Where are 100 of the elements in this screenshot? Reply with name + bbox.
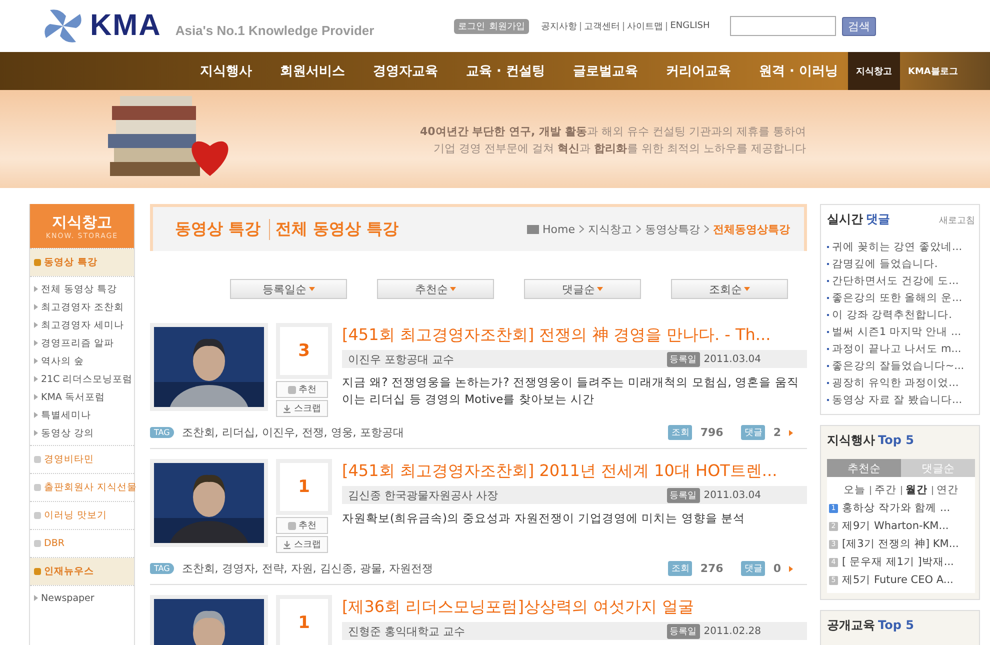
comments-count: 2 [773,426,781,439]
period-link[interactable]: 오늘 [844,483,866,497]
refresh-link[interactable]: 새로고침 [939,214,975,227]
comment-link[interactable]: 간단하면서도 건강에 도... [832,274,959,288]
nav-item[interactable]: 커리어교육 [666,62,731,80]
arrow-icon [789,430,793,436]
util-link[interactable]: ENGLISH [670,21,710,31]
sidebar-item[interactable]: 동영상 강의 [34,424,134,442]
comment-link[interactable]: 과정이 끝나고 나서도 m... [832,342,962,356]
video-description: 지금 왜? 전쟁영웅을 논하는가? 전쟁영웅이 들려주는 미래개척의 모험심, 영혼을 움직이는 리더십 등 경영의 Motive를 찾아보는 시간 [342,374,800,408]
sidebar-item[interactable]: Newspaper [34,589,134,607]
page-subtitle: 전체 동영상 특강 [268,218,399,240]
page-title: 동영상 특강 [175,218,261,240]
nav-item[interactable]: 글로벌교육 [573,62,638,80]
top5-link[interactable]: [제3기 전쟁의 神] KM... [842,537,959,551]
comment-link[interactable]: 굉장히 유익한 과정이었... [832,376,959,390]
chevron-icon [579,225,584,233]
util-link[interactable]: 고객센터 [584,20,620,32]
recommend-button[interactable]: 추천 [276,517,328,534]
caret-icon [450,287,456,291]
sidebar-item[interactable]: 역사의 숲 [34,352,134,370]
banner-tagline: 기업 경영 전부문에 걸쳐 혁신과 합리화를 위한 최적의 노하우를 제공합니다 [433,141,806,156]
comment-link[interactable]: 이 강좌 강력추천합니다. [832,308,952,322]
bullet-icon [34,259,41,266]
chevron-icon [636,225,641,233]
sort-button[interactable]: 등록일순 [230,279,347,299]
sidebar-title: 지식창고 [52,212,112,232]
util-link[interactable]: 사이트맵 [627,20,664,32]
bullet-icon [34,340,38,346]
recommend-button[interactable]: 추천 [276,381,328,398]
comment-link[interactable]: 벌써 시즌1 마지막 안내 ... [832,324,962,338]
logo-wordmark[interactable]: KMA [90,9,162,43]
top5-link[interactable]: 제5기 Future CEO A... [842,573,954,587]
sidebar-item[interactable]: 특별세미나 [34,406,134,424]
nav-tab[interactable]: KMA블로그 [900,52,966,90]
sidebar-item[interactable]: 최고경영자 세미나 [34,316,134,334]
top5-link[interactable]: 제9기 Wharton-KM... [842,519,949,533]
date: 2011.02.28 [704,626,761,636]
period-link[interactable]: 주간 [874,483,896,497]
search-field[interactable] [730,16,836,36]
date-label: 등록일 [666,352,700,366]
banner-tagline: 40여년간 부단한 연구, 개발 활동과 해외 유수 컨설팅 기관과의 제휴를 통하여 [420,124,806,139]
scrap-button[interactable]: 스크랩 [276,536,328,553]
sidebar-item[interactable]: 최고경영자 조찬회 [34,298,134,316]
nav-item[interactable]: 경영자교육 [373,62,438,80]
sort-button[interactable]: 댓글순 [524,279,641,299]
sidebar-item[interactable]: 경영프리즘 알파 [34,334,134,352]
comment-link[interactable]: 좋은강의 또한 올해의 운... [832,290,962,304]
views-label: 조회 [668,425,692,440]
recommend-count: 1 [276,459,332,515]
comment-link[interactable]: 귀에 꽂히는 강연 좋았네... [832,240,962,254]
tag-label: TAG [150,427,174,438]
comment-link[interactable]: 감명깊에 들었습니다. [832,256,938,270]
comment-link[interactable]: 좋은강의 잘들었습니다~... [832,358,964,372]
nav-tab[interactable]: 지식창고 [848,52,900,90]
nav-item[interactable]: 원격 · 이러닝 [759,62,838,80]
sidebar-item[interactable]: KMA 독서포럼 [34,388,134,406]
panel-title-highlight: Top 5 [878,433,914,447]
nav-item[interactable]: 지식행사 [200,62,252,80]
bullet-icon [34,322,38,328]
bullet-icon [34,376,38,382]
bullet-icon [34,484,41,491]
bullet-icon [34,394,38,400]
bullet-icon [34,430,38,436]
util-link[interactable]: 공지사항 [541,20,578,32]
caret-icon [597,287,603,291]
top5-link[interactable]: 홍하상 작가와 함께 ... [842,501,950,515]
panel-title-highlight: Top 5 [878,618,914,632]
tag-list: 조찬회, 리더십, 이진우, 전쟁, 영웅, 포항공대 [182,425,404,440]
sort-button[interactable]: 추천순 [377,279,494,299]
bullet-icon [34,595,38,601]
period-link[interactable]: 연간 [936,483,958,497]
nav-item[interactable]: 교육 · 컨설팅 [466,62,545,80]
nav-item[interactable]: 회원서비스 [280,62,345,80]
speaker: 이진우 포항공대 교수 [348,352,454,366]
recommend-count: 1 [276,595,332,645]
speaker: 진형준 홍익대학교 교수 [348,624,465,638]
bullet-icon [34,568,41,575]
comment-link[interactable]: 동영상 자료 잘 봤습니다... [832,392,962,406]
caret-icon [744,287,750,291]
speaker: 김신종 한국광물자원공사 사장 [348,488,498,502]
period-link[interactable]: 월간 [906,483,928,497]
top5-link[interactable]: [ 문우재 제1기 ]박재... [842,555,954,569]
views-label: 조회 [668,561,692,576]
breadcrumb-link[interactable]: Home [542,222,575,236]
breadcrumb-link[interactable]: 지식창고 [588,222,632,236]
breadcrumb-link[interactable]: 동영상특강 [645,222,700,236]
bullet-icon [34,456,41,463]
sidebar-item[interactable]: 전체 동영상 특강 [34,280,134,298]
sidebar-item[interactable]: 21C 리더스모닝포럼 [34,370,134,388]
bullet-icon [34,412,38,418]
tag-list: 조찬회, 경영자, 전략, 자원, 김신종, 광물, 자원전쟁 [182,561,433,576]
tag-label: TAG [150,563,174,574]
views-count: 276 [700,562,724,575]
scrap-button[interactable]: 스크랩 [276,400,328,417]
views-count: 796 [700,426,724,439]
sort-button[interactable]: 조회순 [671,279,788,299]
tagline: Asia's No.1 Knowledge Provider [175,22,374,38]
date-label: 등록일 [666,624,700,638]
recommend-count: 3 [276,323,332,379]
